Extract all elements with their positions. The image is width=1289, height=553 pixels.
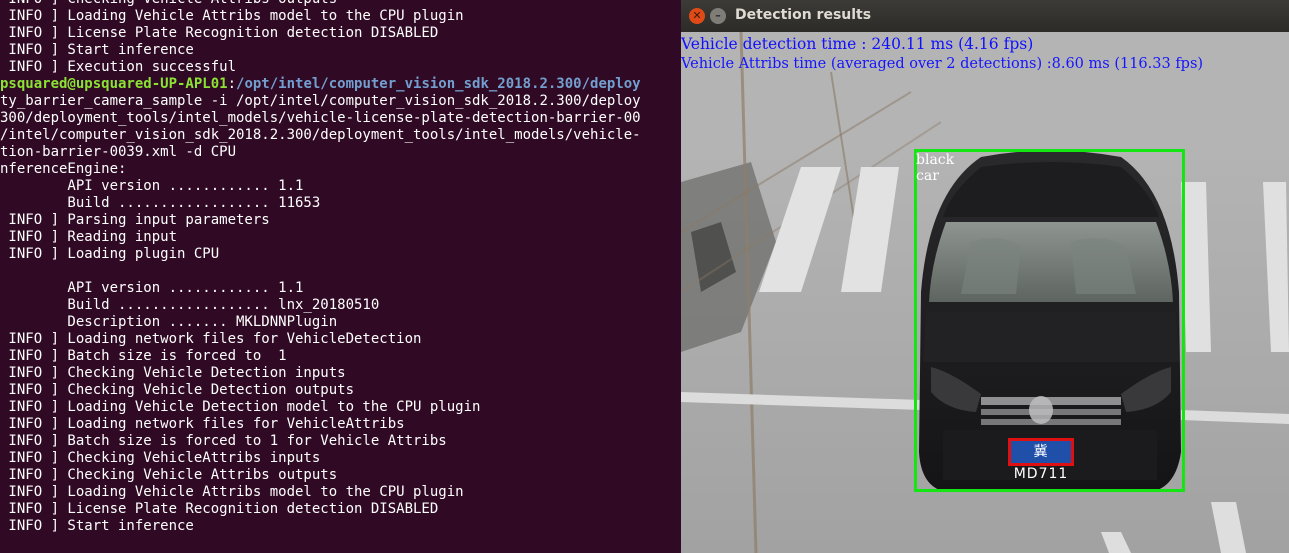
terminal-line: INFO ] Loading Vehicle Attribs model to …	[0, 484, 464, 500]
window-title: Detection results	[735, 7, 872, 23]
close-icon[interactable]: ✕	[689, 8, 705, 24]
camera-frame: Vehicle detection time : 240.11 ms (4.16…	[681, 32, 1289, 553]
terminal-line: tion-barrier-0039.xml -d CPU	[0, 144, 237, 160]
vehicle-color-label: black	[916, 152, 955, 168]
terminal-line: INFO ] Loading network files for Vehicle…	[0, 331, 422, 347]
prompt-separator: :	[227, 76, 237, 92]
terminal-line: INFO ] License Plate Recognition detecti…	[0, 25, 439, 41]
terminal-line: INFO ] Checking Vehicle Attribs outputs	[0, 0, 641, 8]
terminal-line: INFO ] Start inference	[0, 518, 194, 534]
terminal-line: INFO ] Start inference	[0, 42, 194, 58]
prompt-path: /opt/intel/computer_vision_sdk_2018.2.30…	[236, 76, 641, 92]
terminal-line: INFO ] Loading Vehicle Detection model t…	[0, 399, 481, 415]
terminal-line: INFO ] Checking VehicleAttribs inputs	[0, 450, 321, 466]
terminal-line: INFO ] Loading plugin CPU	[0, 246, 220, 262]
prompt-user-host: psquared@upsquared-UP-APL01	[0, 76, 228, 92]
terminal-line: INFO ] Parsing input parameters	[0, 212, 270, 228]
license-plate-box: 冀 MD711	[1008, 438, 1074, 482]
window-titlebar[interactable]: ✕ – Detection results	[681, 0, 1289, 33]
terminal-line: INFO ] Checking Vehicle Detection inputs	[0, 365, 346, 381]
terminal-window[interactable]: INFO ] Checking Vehicle Attribs outputs …	[0, 0, 681, 553]
terminal-line: 300/deployment_tools/intel_models/vehicl…	[0, 110, 641, 126]
minimize-icon[interactable]: –	[710, 8, 726, 24]
terminal-line: /intel/computer_vision_sdk_2018.2.300/de…	[0, 127, 641, 143]
terminal-line: INFO ] Loading Vehicle Attribs model to …	[0, 8, 464, 24]
terminal-line: Build .................. lnx_20180510	[0, 297, 380, 313]
terminal-line: INFO ] Checking Vehicle Detection output…	[0, 382, 355, 398]
terminal-line: Build .................. 11653	[0, 195, 321, 211]
vehicle-type-label: car	[916, 168, 939, 184]
terminal-line: ty_barrier_camera_sample -i /opt/intel/c…	[0, 93, 641, 109]
terminal-line: INFO ] Execution successful	[0, 59, 237, 75]
terminal-line: INFO ] License Plate Recognition detecti…	[0, 501, 439, 517]
vehicle-detection-time: Vehicle detection time : 240.11 ms (4.16…	[681, 35, 1034, 53]
terminal-line: INFO ] Loading network files for Vehicle…	[0, 416, 405, 432]
license-plate-text: 冀 MD711	[1013, 444, 1069, 482]
detection-results-window[interactable]: ✕ – Detection results Vehicle detection …	[681, 0, 1289, 553]
terminal-line: nferenceEngine:	[0, 161, 127, 177]
terminal-line: INFO ] Reading input	[0, 229, 178, 245]
terminal-line: API version ............ 1.1	[0, 178, 304, 194]
terminal-line: INFO ] Checking Vehicle Attribs outputs	[0, 467, 338, 483]
terminal-output: INFO ] Checking Vehicle Attribs outputs …	[0, 0, 641, 535]
terminal-line: INFO ] Batch size is forced to 1	[0, 348, 287, 364]
terminal-line: Description ....... MKLDNNPlugin	[0, 314, 338, 330]
vehicle-attribs-time: Vehicle Attribs time (averaged over 2 de…	[681, 56, 1204, 72]
terminal-line: INFO ] Batch size is forced to 1 for Veh…	[0, 433, 447, 449]
terminal-line: API version ............ 1.1	[0, 280, 304, 296]
terminal-line: psquared@upsquared-UP-APL01:/opt/intel/c…	[0, 76, 641, 93]
